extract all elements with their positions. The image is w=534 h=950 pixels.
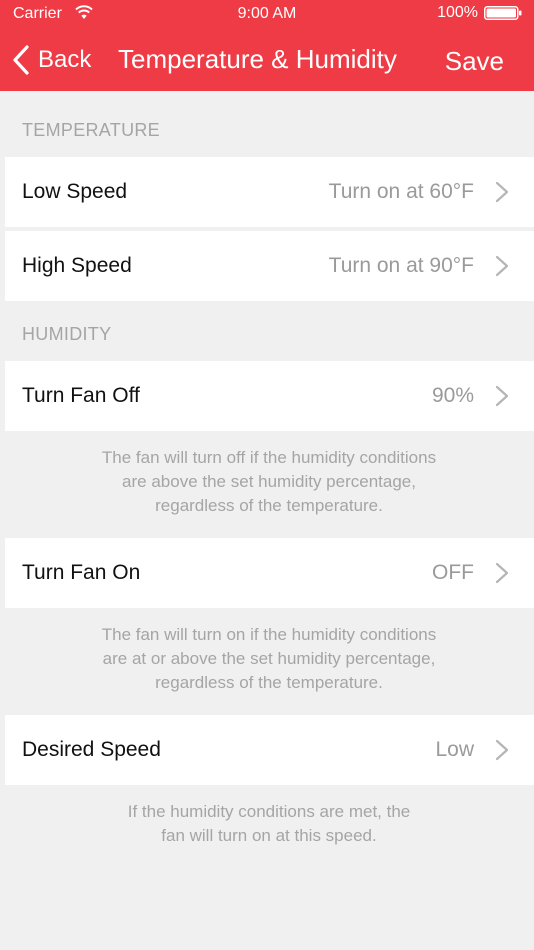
section-header-temperature: TEMPERATURE: [22, 120, 160, 140]
row-label: Turn Fan On: [22, 561, 141, 584]
row-value: 90%: [431, 384, 474, 407]
row-low-speed[interactable]: Low Speed Turn on at 60°F: [5, 157, 534, 227]
row-turn-fan-on[interactable]: Turn Fan On OFF: [5, 538, 534, 608]
row-value: Low: [435, 738, 474, 761]
note-line: regardless of the temperature.: [155, 673, 383, 692]
chevron-right-icon: [495, 385, 509, 407]
desired-speed-note: If the humidity conditions are met, the …: [40, 800, 498, 848]
save-button[interactable]: Save: [445, 46, 504, 77]
note-line: are above the set humidity percentage,: [122, 472, 416, 491]
row-value: Turn on at 90°F: [328, 254, 474, 277]
row-label: Desired Speed: [22, 738, 161, 761]
row-high-speed[interactable]: High Speed Turn on at 90°F: [5, 231, 534, 301]
battery-percent: 100%: [437, 4, 478, 21]
chevron-right-icon: [495, 739, 509, 761]
chevron-right-icon: [495, 181, 509, 203]
battery-icon: [484, 6, 522, 20]
back-button-label: Back: [38, 46, 92, 73]
row-desired-speed[interactable]: Desired Speed Low: [5, 715, 534, 785]
app-header: Carrier 9:00 AM 100% Back Temperature & …: [0, 0, 534, 91]
note-line: are at or above the set humidity percent…: [102, 649, 436, 668]
note-line: The fan will turn off if the humidity co…: [101, 448, 437, 467]
row-turn-fan-off[interactable]: Turn Fan Off 90%: [5, 361, 534, 431]
row-value: Turn on at 60°F: [328, 180, 474, 203]
status-bar: Carrier 9:00 AM 100%: [0, 0, 534, 28]
page-title: Temperature & Humidity: [118, 44, 397, 74]
row-label: Low Speed: [22, 180, 128, 203]
chevron-right-icon: [495, 562, 509, 584]
chevron-left-icon: [13, 45, 29, 75]
row-value: OFF: [432, 561, 474, 584]
note-line: fan will turn on at this speed.: [161, 826, 377, 845]
navigation-bar: Back Temperature & Humidity Save: [0, 28, 534, 91]
row-label: Turn Fan Off: [22, 384, 140, 407]
note-line: regardless of the temperature.: [155, 496, 383, 515]
row-label: High Speed: [22, 254, 132, 277]
back-button[interactable]: Back: [12, 44, 91, 76]
note-line: If the humidity conditions are met, the: [127, 802, 411, 821]
fan-off-note: The fan will turn off if the humidity co…: [40, 446, 498, 518]
chevron-right-icon: [495, 255, 509, 277]
note-line: The fan will turn on if the humidity con…: [101, 625, 437, 644]
fan-on-note: The fan will turn on if the humidity con…: [40, 623, 498, 695]
section-header-humidity: HUMIDITY: [22, 324, 112, 344]
